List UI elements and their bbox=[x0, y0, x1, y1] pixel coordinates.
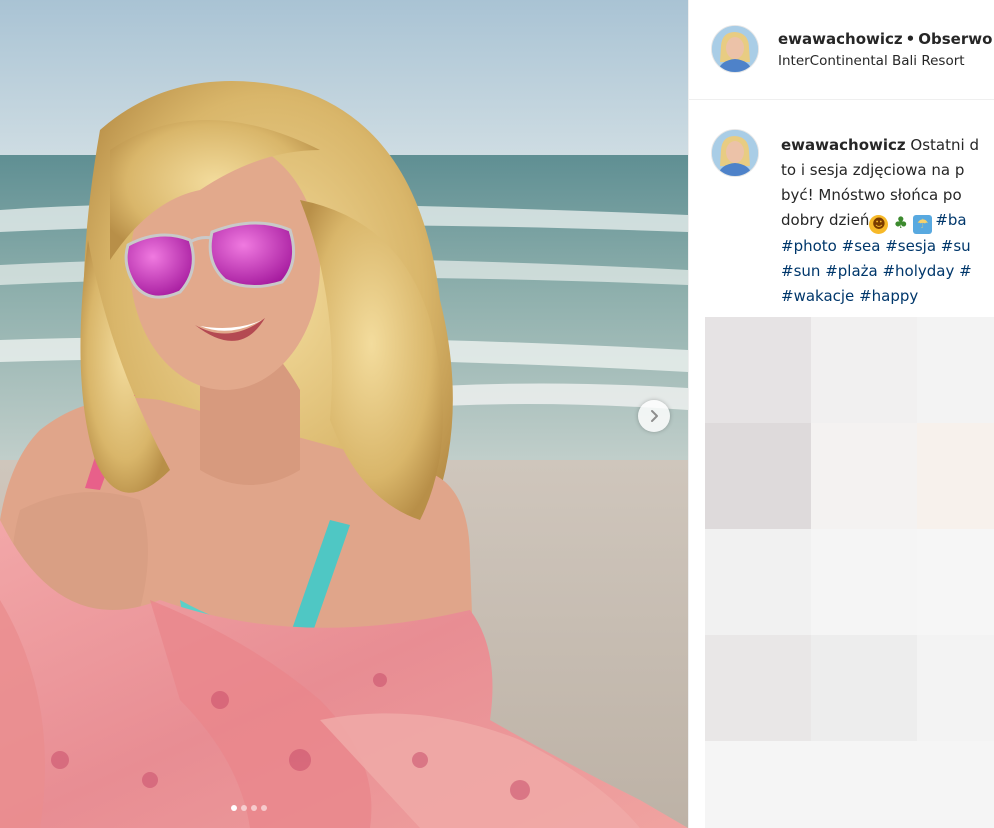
location-link[interactable]: InterContinental Bali Resort bbox=[778, 51, 992, 71]
beach-portrait-image bbox=[0, 0, 688, 828]
pixel-block bbox=[811, 529, 917, 635]
hashtag-link[interactable]: #sun bbox=[781, 262, 820, 280]
pixel-block bbox=[917, 317, 994, 423]
kissing-face-icon: ☻ bbox=[869, 215, 889, 234]
pixel-block bbox=[811, 741, 917, 828]
carousel-dot bbox=[231, 805, 237, 811]
hashtag-link[interactable]: #wakacje bbox=[781, 287, 854, 305]
hashtag-link[interactable]: #holyday bbox=[882, 262, 954, 280]
hashtag-link[interactable]: #su bbox=[941, 237, 971, 255]
instagram-post-view: ewawachowicz • Obserwo InterContinental Ba… bbox=[0, 0, 994, 828]
carousel-dot bbox=[251, 805, 257, 811]
profile-picture bbox=[712, 130, 758, 176]
profile-picture bbox=[712, 26, 758, 72]
separator-dot: • bbox=[905, 30, 916, 48]
pixel-block bbox=[917, 529, 994, 635]
caption-line-2: to i sesja zdjęciowa na p bbox=[781, 161, 965, 179]
pixel-block bbox=[705, 423, 811, 529]
palm-tree-icon: ♣ bbox=[891, 213, 911, 232]
post-side-panel: ewawachowicz • Obserwo InterContinental Ba… bbox=[688, 0, 994, 828]
caption-line-3: być! Mnóstwo słońca po bbox=[781, 186, 962, 204]
caption-line-4: dobry dzień bbox=[781, 211, 870, 229]
beach-umbrella-icon: ☂ bbox=[913, 215, 933, 234]
caption-username[interactable]: ewawachowicz bbox=[781, 136, 906, 154]
pixel-block bbox=[917, 423, 994, 529]
caption-comment: ewawachowicz Ostatni d to i sesja zdjęci… bbox=[689, 100, 994, 315]
hashtag-link[interactable]: #ba bbox=[935, 211, 966, 229]
username-link[interactable]: ewawachowicz bbox=[778, 30, 903, 48]
hashtag-link[interactable]: #photo bbox=[781, 237, 837, 255]
pixel-block bbox=[811, 635, 917, 741]
carousel-dot bbox=[241, 805, 247, 811]
pixel-block bbox=[917, 741, 994, 828]
chevron-right-icon bbox=[651, 410, 658, 422]
caption-line-1: Ostatni d bbox=[910, 136, 979, 154]
hashtag-link[interactable]: #sea bbox=[842, 237, 881, 255]
follow-button[interactable]: Obserwo bbox=[918, 30, 992, 48]
carousel-dot bbox=[261, 805, 267, 811]
hashtag-link[interactable]: # bbox=[959, 262, 972, 280]
hashtag-link[interactable]: #plaża bbox=[825, 262, 878, 280]
pixel-block bbox=[705, 741, 811, 828]
pixelated-comment-area bbox=[705, 317, 994, 828]
pixel-block bbox=[811, 423, 917, 529]
avatar[interactable] bbox=[711, 25, 759, 73]
caption-text: ewawachowicz Ostatni d to i sesja zdjęci… bbox=[781, 133, 994, 309]
carousel-next-button[interactable] bbox=[638, 400, 670, 432]
post-photo[interactable] bbox=[0, 0, 688, 828]
carousel-dots bbox=[231, 805, 267, 811]
hashtag-link[interactable]: #happy bbox=[859, 287, 918, 305]
hashtag-link[interactable]: #sesja bbox=[885, 237, 936, 255]
post-header: ewawachowicz • Obserwo InterContinental Ba… bbox=[689, 0, 994, 100]
pixel-block bbox=[705, 635, 811, 741]
post-header-text: ewawachowicz • Obserwo InterContinental Ba… bbox=[778, 29, 992, 71]
pixel-block bbox=[811, 317, 917, 423]
pixel-block bbox=[917, 635, 994, 741]
pixel-block bbox=[705, 317, 811, 423]
avatar[interactable] bbox=[711, 129, 759, 177]
pixel-block bbox=[705, 529, 811, 635]
